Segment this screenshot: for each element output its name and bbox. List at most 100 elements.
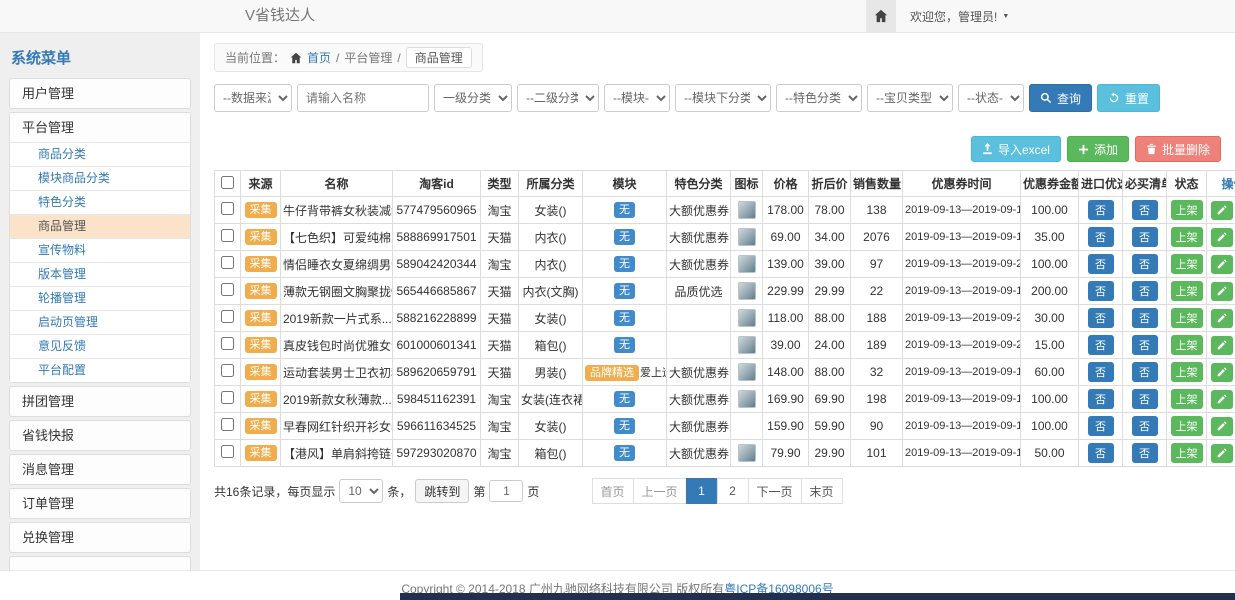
sidebar-subitem-1-5[interactable]: 版本管理 (10, 262, 190, 286)
coupon-time-cell: 2019-09-13—2019-09-15 (903, 359, 1021, 386)
sidebar-item-7[interactable] (10, 557, 190, 570)
batch-delete-button[interactable]: 批量删除 (1135, 136, 1221, 162)
filter-select-0[interactable]: --数据来源-- (214, 84, 292, 112)
must-buy-toggle-button[interactable]: 否 (1132, 389, 1158, 409)
filter-select-4[interactable]: --模块下分类-- (675, 84, 771, 112)
sidebar-subitem-1-7[interactable]: 启动页管理 (10, 310, 190, 334)
sidebar-item-3[interactable]: 省钱快报 (10, 421, 190, 450)
sidebar-subitem-1-3[interactable]: 商品管理 (10, 214, 190, 238)
status-button[interactable]: 上架 (1171, 335, 1203, 355)
breadcrumb-current: 商品管理 (406, 47, 472, 68)
sidebar-subitem-1-9[interactable]: 平台配置 (10, 358, 190, 382)
status-button[interactable]: 上架 (1171, 443, 1203, 463)
sidebar-item-6[interactable]: 兑换管理 (10, 523, 190, 552)
page-button-5[interactable]: 末页 (801, 478, 843, 504)
row-checkbox[interactable] (221, 337, 234, 350)
must-buy-toggle-button[interactable]: 否 (1132, 443, 1158, 463)
row-checkbox[interactable] (221, 364, 234, 377)
name-search-input[interactable] (297, 84, 429, 112)
edit-button[interactable] (1211, 390, 1233, 409)
edit-button[interactable] (1211, 444, 1233, 463)
sidebar-subitem-1-6[interactable]: 轮播管理 (10, 286, 190, 310)
status-button[interactable]: 上架 (1171, 200, 1203, 220)
sidebar-item-1[interactable]: 平台管理 (10, 113, 190, 142)
sidebar-subitem-1-4[interactable]: 宣传物料 (10, 238, 190, 262)
import-toggle-button[interactable]: 否 (1088, 281, 1114, 301)
must-buy-toggle-button[interactable]: 否 (1132, 227, 1158, 247)
search-button[interactable]: 查询 (1029, 84, 1092, 112)
edit-button[interactable] (1211, 282, 1233, 301)
filter-select-3[interactable]: --模块-- (604, 84, 670, 112)
page-size-select[interactable]: 10 (339, 479, 383, 503)
status-button[interactable]: 上架 (1171, 389, 1203, 409)
edit-button[interactable] (1211, 201, 1233, 220)
module-badge: 无 (614, 337, 635, 353)
sidebar-subitem-1-2[interactable]: 特色分类 (10, 190, 190, 214)
page-button-1[interactable]: 上一页 (632, 478, 686, 504)
edit-button[interactable] (1211, 417, 1233, 436)
must-buy-toggle-button[interactable]: 否 (1132, 335, 1158, 355)
filter-select-2[interactable]: --二级分类-- (517, 84, 599, 112)
sidebar-subitem-1-8[interactable]: 意见反馈 (10, 334, 190, 358)
sidebar-subitem-1-0[interactable]: 商品分类 (10, 142, 190, 166)
import-toggle-button[interactable]: 否 (1088, 335, 1114, 355)
import-toggle-button[interactable]: 否 (1088, 254, 1114, 274)
import-toggle-button[interactable]: 否 (1088, 308, 1114, 328)
import-toggle-button[interactable]: 否 (1088, 416, 1114, 436)
row-checkbox[interactable] (221, 418, 234, 431)
page-button-3[interactable]: 2 (717, 478, 749, 504)
select-all-checkbox[interactable] (221, 176, 234, 189)
reset-button[interactable]: 重置 (1097, 84, 1160, 112)
status-button[interactable]: 上架 (1171, 416, 1203, 436)
filter-select-6[interactable]: --宝贝类型-- (867, 84, 953, 112)
status-button[interactable]: 上架 (1171, 227, 1203, 247)
edit-button[interactable] (1211, 363, 1233, 382)
sidebar-item-4[interactable]: 消息管理 (10, 455, 190, 484)
breadcrumb-home-link[interactable]: 首页 (307, 49, 331, 66)
status-button[interactable]: 上架 (1171, 308, 1203, 328)
import-toggle-button[interactable]: 否 (1088, 227, 1114, 247)
page-button-2[interactable]: 1 (686, 478, 718, 504)
jump-button[interactable]: 跳转到 (415, 479, 469, 503)
status-button[interactable]: 上架 (1171, 254, 1203, 274)
import-toggle-button[interactable]: 否 (1088, 362, 1114, 382)
sidebar-subitem-1-1[interactable]: 模块商品分类 (10, 166, 190, 190)
page-button-4[interactable]: 下一页 (748, 478, 802, 504)
import-toggle-button[interactable]: 否 (1088, 200, 1114, 220)
sidebar-item-5[interactable]: 订单管理 (10, 489, 190, 518)
must-buy-toggle-button[interactable]: 否 (1132, 254, 1158, 274)
edit-button[interactable] (1211, 255, 1233, 274)
must-buy-toggle-button[interactable]: 否 (1132, 308, 1158, 328)
row-select-cell (215, 332, 241, 359)
page-button-0[interactable]: 首页 (591, 478, 633, 504)
status-button[interactable]: 上架 (1171, 281, 1203, 301)
row-checkbox[interactable] (221, 310, 234, 323)
page-jump-input[interactable] (489, 480, 523, 502)
status-button[interactable]: 上架 (1171, 362, 1203, 382)
row-checkbox[interactable] (221, 445, 234, 458)
row-checkbox[interactable] (221, 391, 234, 404)
must-buy-toggle-button[interactable]: 否 (1132, 416, 1158, 436)
home-button[interactable] (866, 0, 896, 32)
edit-button[interactable] (1211, 309, 1233, 328)
taoke-id-cell: 589620659791 (393, 359, 481, 386)
sidebar-item-0[interactable]: 用户管理 (10, 79, 190, 108)
edit-button[interactable] (1211, 336, 1233, 355)
user-menu[interactable]: 欢迎您，管理员! ▼ (910, 8, 1009, 25)
add-button[interactable]: 添加 (1067, 136, 1129, 162)
filter-select-1[interactable]: 一级分类 (434, 84, 512, 112)
must-buy-toggle-button[interactable]: 否 (1132, 200, 1158, 220)
row-checkbox[interactable] (221, 229, 234, 242)
must-buy-toggle-button[interactable]: 否 (1132, 281, 1158, 301)
must-buy-toggle-button[interactable]: 否 (1132, 362, 1158, 382)
sidebar-item-2[interactable]: 拼团管理 (10, 387, 190, 416)
filter-select-5[interactable]: --特色分类-- (776, 84, 862, 112)
row-checkbox[interactable] (221, 202, 234, 215)
import-toggle-button[interactable]: 否 (1088, 389, 1114, 409)
edit-button[interactable] (1211, 228, 1233, 247)
row-checkbox[interactable] (221, 283, 234, 296)
row-checkbox[interactable] (221, 256, 234, 269)
import-excel-button[interactable]: 导入excel (971, 136, 1061, 162)
filter-select-7[interactable]: --状态-- (958, 84, 1024, 112)
import-toggle-button[interactable]: 否 (1088, 443, 1114, 463)
